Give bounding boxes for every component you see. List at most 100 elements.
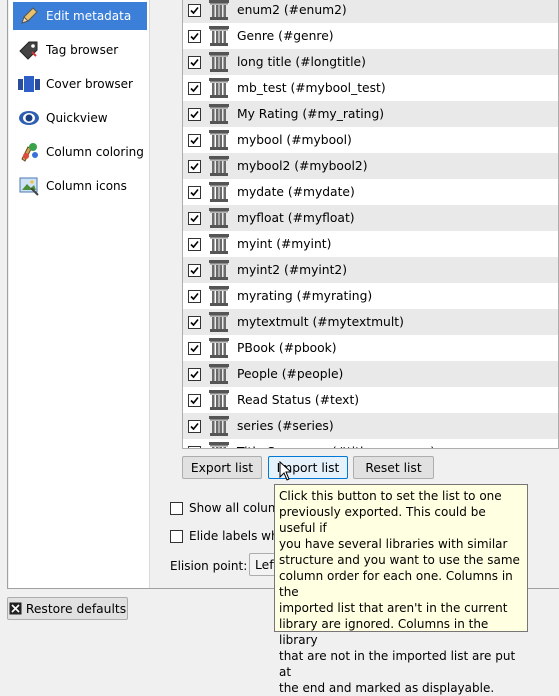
column-pillar-icon bbox=[208, 311, 230, 333]
sidebar-item-label: Column coloring bbox=[46, 145, 144, 159]
column-checkbox[interactable] bbox=[188, 367, 201, 381]
column-checkbox[interactable] bbox=[188, 315, 201, 329]
column-pillar-icon bbox=[208, 155, 230, 177]
restore-icon bbox=[9, 602, 22, 615]
column-checkbox[interactable] bbox=[188, 185, 201, 199]
mouse-cursor-icon bbox=[279, 461, 291, 481]
elision-point-label: Elision point: bbox=[170, 559, 248, 573]
column-label: mb_test (#mybool_test) bbox=[237, 81, 386, 95]
column-label: myfloat (#myfloat) bbox=[237, 211, 355, 225]
reset-list-button[interactable]: Reset list bbox=[353, 456, 434, 479]
column-row[interactable]: Read Status (#text) bbox=[183, 387, 558, 413]
column-pillar-icon bbox=[208, 389, 230, 411]
sidebar-item-tag-browser[interactable]: Tag browser bbox=[13, 36, 147, 64]
column-pillar-icon bbox=[208, 337, 230, 359]
column-pillar-icon bbox=[208, 0, 230, 21]
tag-icon bbox=[17, 38, 41, 62]
column-row[interactable]: long title (#longtitle) bbox=[183, 49, 558, 75]
column-pillar-icon bbox=[208, 51, 230, 73]
show-all-checkbox[interactable] bbox=[170, 501, 183, 515]
column-pillar-icon bbox=[208, 207, 230, 229]
column-row[interactable]: My Rating (#my_rating) bbox=[183, 101, 558, 127]
sidebar: Edit metadata Tag browser Cover browser … bbox=[9, 0, 150, 588]
column-pillar-icon bbox=[208, 25, 230, 47]
elide-labels-checkbox[interactable] bbox=[170, 529, 183, 543]
column-pillar-icon bbox=[208, 233, 230, 255]
sidebar-item-quickview[interactable]: Quickview bbox=[13, 104, 147, 132]
cover-browser-icon bbox=[17, 72, 41, 96]
column-pillar-icon bbox=[208, 129, 230, 151]
column-checkbox[interactable] bbox=[188, 3, 201, 17]
sidebar-item-column-icons[interactable]: Column icons bbox=[13, 172, 147, 200]
column-checkbox[interactable] bbox=[188, 445, 201, 448]
column-checkbox[interactable] bbox=[188, 107, 201, 121]
column-label: Title Sequence (#titlesequence) bbox=[237, 445, 435, 448]
column-row[interactable]: series (#series) bbox=[183, 413, 558, 439]
column-row[interactable]: Genre (#genre) bbox=[183, 23, 558, 49]
elide-labels-label: Elide labels wh bbox=[189, 529, 279, 543]
column-row[interactable]: mybool2 (#mybool2) bbox=[183, 153, 558, 179]
column-pillar-icon bbox=[208, 103, 230, 125]
column-label: enum2 (#enum2) bbox=[237, 3, 347, 17]
column-row[interactable]: myrating (#myrating) bbox=[183, 283, 558, 309]
sidebar-item-label: Column icons bbox=[46, 179, 127, 193]
column-label: mytextmult (#mytextmult) bbox=[237, 315, 404, 329]
column-checkbox[interactable] bbox=[188, 393, 201, 407]
column-list[interactable]: enum2 (#enum2) Genre (#genre) long title (… bbox=[182, 0, 559, 449]
column-label: Read Status (#text) bbox=[237, 393, 360, 407]
sidebar-item-label: Cover browser bbox=[46, 77, 133, 91]
restore-defaults-button[interactable]: Restore defaults bbox=[7, 597, 128, 620]
column-checkbox[interactable] bbox=[188, 341, 201, 355]
column-label: myint2 (#myint2) bbox=[237, 263, 348, 277]
column-row[interactable]: Title Sequence (#titlesequence) bbox=[183, 439, 558, 448]
column-pillar-icon bbox=[208, 259, 230, 281]
column-checkbox[interactable] bbox=[188, 159, 201, 173]
column-checkbox[interactable] bbox=[188, 237, 201, 251]
column-label: long title (#longtitle) bbox=[237, 55, 366, 69]
column-label: People (#people) bbox=[237, 367, 344, 381]
column-checkbox[interactable] bbox=[188, 263, 201, 277]
column-pillar-icon bbox=[208, 285, 230, 307]
column-label: Genre (#genre) bbox=[237, 29, 334, 43]
sidebar-item-edit-metadata[interactable]: Edit metadata bbox=[13, 2, 147, 30]
column-row[interactable]: enum2 (#enum2) bbox=[183, 0, 558, 23]
column-row[interactable]: mytextmult (#mytextmult) bbox=[183, 309, 558, 335]
column-checkbox[interactable] bbox=[188, 55, 201, 69]
sidebar-item-column-coloring[interactable]: Column coloring bbox=[13, 138, 147, 166]
column-pillar-icon bbox=[208, 441, 230, 448]
column-row[interactable]: myint2 (#myint2) bbox=[183, 257, 558, 283]
column-checkbox[interactable] bbox=[188, 289, 201, 303]
column-checkbox[interactable] bbox=[188, 29, 201, 43]
column-label: mybool (#mybool) bbox=[237, 133, 352, 147]
sidebar-item-label: Tag browser bbox=[46, 43, 119, 57]
show-all-columns-option[interactable]: Show all colum bbox=[170, 501, 280, 515]
column-pillar-icon bbox=[208, 181, 230, 203]
column-label: mybool2 (#mybool2) bbox=[237, 159, 368, 173]
column-checkbox[interactable] bbox=[188, 81, 201, 95]
column-label: myrating (#myrating) bbox=[237, 289, 373, 303]
column-label: My Rating (#my_rating) bbox=[237, 107, 385, 121]
column-checkbox[interactable] bbox=[188, 211, 201, 225]
column-row[interactable]: myint (#myint) bbox=[183, 231, 558, 257]
column-row[interactable]: myfloat (#myfloat) bbox=[183, 205, 558, 231]
column-label: mydate (#mydate) bbox=[237, 185, 355, 199]
import-list-tooltip: Click this button to set the list to one… bbox=[274, 484, 528, 695]
column-label: myint (#myint) bbox=[237, 237, 332, 251]
column-label: PBook (#pbook) bbox=[237, 341, 337, 355]
sidebar-item-cover-browser[interactable]: Cover browser bbox=[13, 70, 147, 98]
column-checkbox[interactable] bbox=[188, 133, 201, 147]
export-list-button[interactable]: Export list bbox=[182, 456, 262, 479]
column-pillar-icon bbox=[208, 415, 230, 437]
palette-icon bbox=[17, 140, 41, 164]
column-row[interactable]: mybool (#mybool) bbox=[183, 127, 558, 153]
eye-icon bbox=[17, 106, 41, 130]
column-row[interactable]: mydate (#mydate) bbox=[183, 179, 558, 205]
column-row[interactable]: People (#people) bbox=[183, 361, 558, 387]
sidebar-item-label: Quickview bbox=[46, 111, 108, 125]
elide-labels-option[interactable]: Elide labels wh bbox=[170, 529, 279, 543]
column-checkbox[interactable] bbox=[188, 419, 201, 433]
column-row[interactable]: PBook (#pbook) bbox=[183, 335, 558, 361]
column-row[interactable]: mb_test (#mybool_test) bbox=[183, 75, 558, 101]
sidebar-item-label: Edit metadata bbox=[46, 9, 132, 23]
restore-defaults-label: Restore defaults bbox=[25, 601, 127, 616]
